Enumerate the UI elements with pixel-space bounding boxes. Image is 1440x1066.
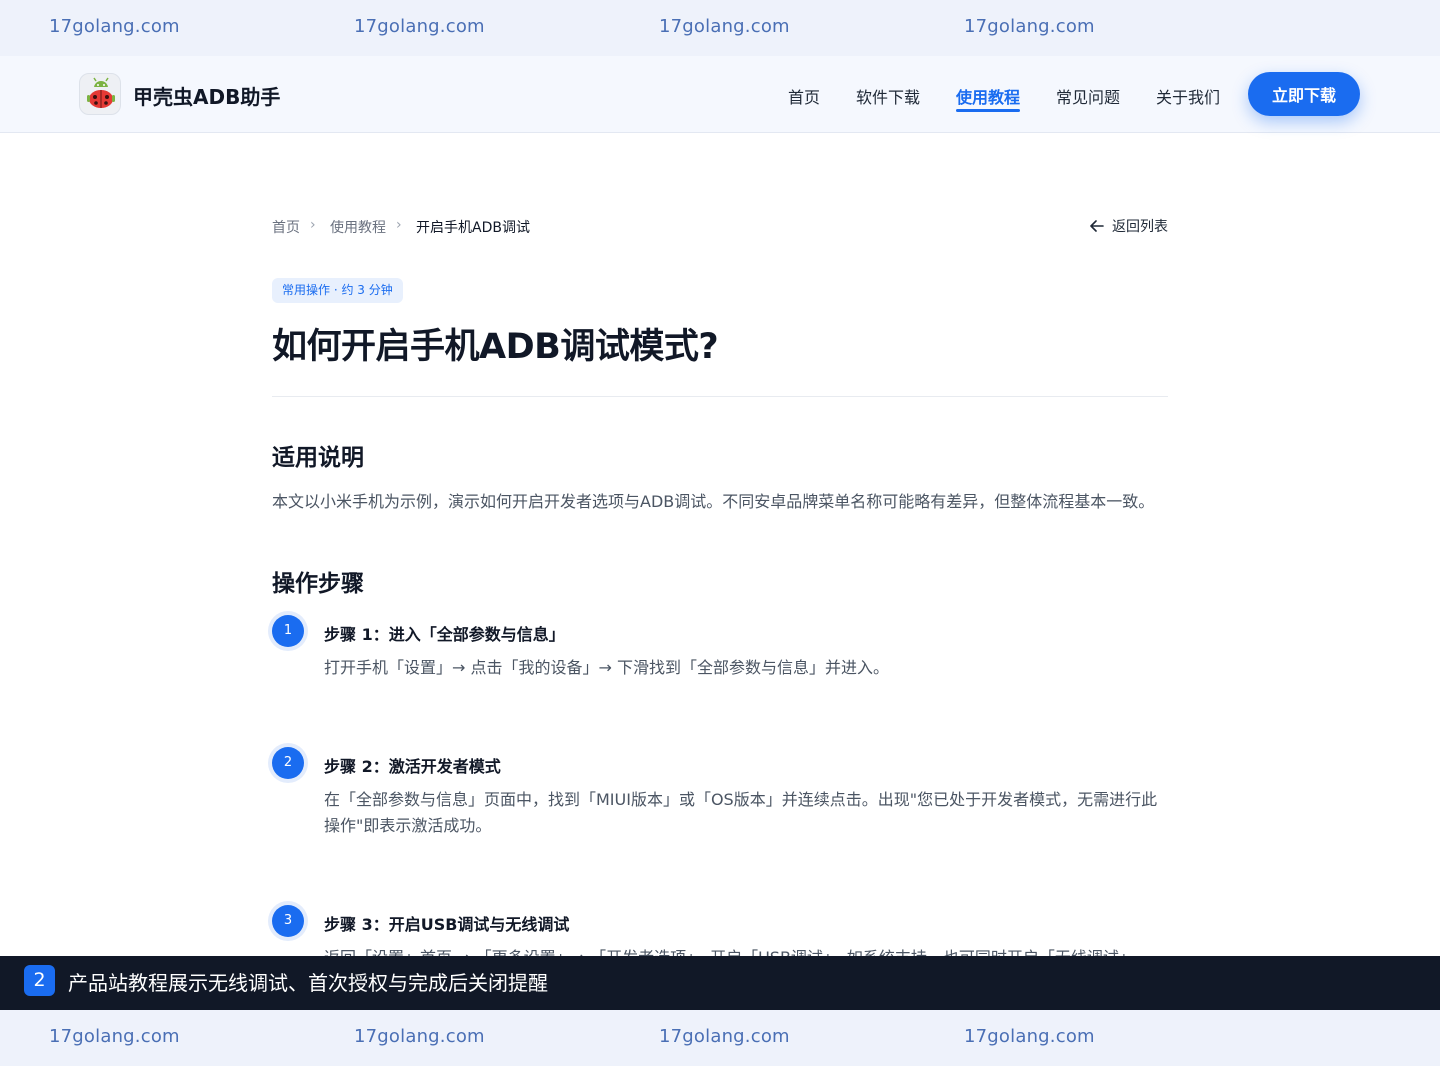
brand-name[interactable]: 甲壳虫ADB助手	[133, 81, 280, 110]
step-title: 步骤 3：开启USB调试与无线调试	[324, 915, 570, 934]
article-tag: 常用操作 · 约 3 分钟	[272, 278, 403, 303]
ladybug-android-icon	[87, 77, 115, 108]
watermark-text: 17golang.com	[659, 16, 790, 37]
watermark-text: 17golang.com	[49, 16, 180, 37]
site-header: 甲壳虫ADB助手 首页 软件下载 使用教程 常见问题 关于我们 立即下载	[0, 56, 1440, 133]
breadcrumb-current: 开启手机ADB调试	[416, 220, 530, 236]
breadcrumb-home[interactable]: 首页	[272, 217, 300, 237]
arrow-left-icon	[1090, 220, 1104, 232]
step-description: 在「全部参数与信息」页面中，找到「MIUI版本」或「OS版本」并连续点击。出现"…	[324, 790, 1158, 835]
back-to-list-link[interactable]: 返回列表	[1090, 216, 1168, 236]
step-number-badge: 3	[272, 905, 304, 937]
watermark-text: 17golang.com	[659, 1026, 790, 1047]
watermark-text: 17golang.com	[49, 1026, 180, 1047]
watermark-text: 17golang.com	[354, 1026, 485, 1047]
nav-active-indicator	[956, 109, 1020, 112]
caption-number-badge: 2	[24, 965, 55, 996]
breadcrumb-tutorial[interactable]: 使用教程	[330, 217, 386, 237]
step-number-badge: 1	[272, 615, 304, 647]
watermark-text: 17golang.com	[964, 16, 1095, 37]
back-to-list-label: 返回列表	[1112, 219, 1168, 235]
chevron-right-icon: ›	[310, 217, 316, 233]
watermark-bar-bottom: 17golang.com 17golang.com 17golang.com 1…	[0, 1010, 1440, 1066]
section-heading-steps: 操作步骤	[272, 571, 364, 597]
caption-text: 产品站教程展示无线调试、首次授权与完成后关闭提醒	[68, 971, 548, 995]
watermark-bar-top: 17golang.com 17golang.com 17golang.com 1…	[0, 0, 1440, 56]
step-description: 打开手机「设置」→ 点击「我的设备」→ 下滑找到「全部参数与信息」并进入。	[324, 658, 889, 677]
nav-tutorial[interactable]: 使用教程	[956, 84, 1020, 108]
divider	[272, 396, 1168, 397]
section-text-scope: 本文以小米手机为示例，演示如何开启开发者选项与ADB调试。不同安卓品牌菜单名称可…	[272, 492, 1155, 511]
article-title: 如何开启手机ADB调试模式?	[272, 327, 719, 367]
section-heading-scope: 适用说明	[272, 445, 364, 471]
chevron-right-icon: ›	[396, 217, 402, 233]
step-number-badge: 2	[272, 747, 304, 779]
app-logo[interactable]	[79, 73, 121, 115]
step-title: 步骤 2：激活开发者模式	[324, 757, 501, 776]
caption-bar: 2 产品站教程展示无线调试、首次授权与完成后关闭提醒	[0, 956, 1440, 1010]
download-now-button[interactable]: 立即下载	[1248, 72, 1360, 116]
nav-download[interactable]: 软件下载	[856, 84, 920, 108]
watermark-text: 17golang.com	[964, 1026, 1095, 1047]
watermark-text: 17golang.com	[354, 16, 485, 37]
step-title: 步骤 1：进入「全部参数与信息」	[324, 625, 565, 644]
nav-home[interactable]: 首页	[788, 84, 820, 108]
nav-faq[interactable]: 常见问题	[1056, 84, 1120, 108]
nav-about[interactable]: 关于我们	[1156, 84, 1220, 108]
